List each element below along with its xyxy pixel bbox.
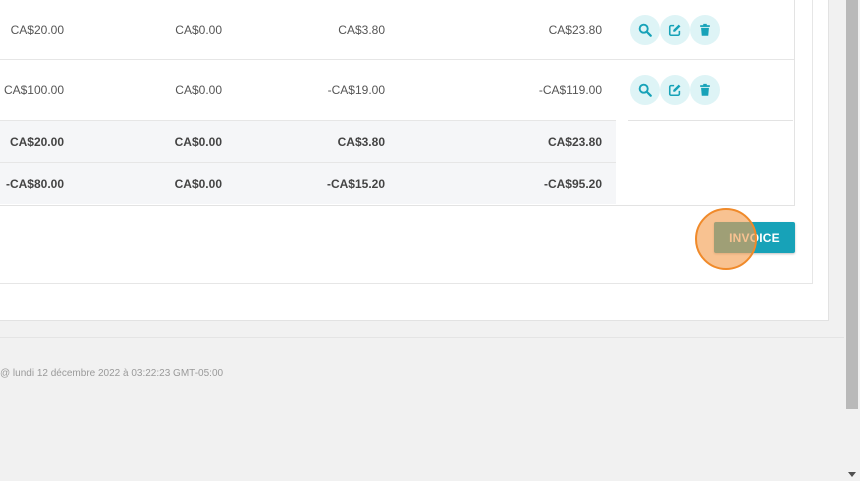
discount-cell: CA$0.00 xyxy=(175,83,222,97)
tax-total: -CA$15.20 xyxy=(326,176,385,191)
footer-divider xyxy=(0,337,844,338)
scrollbar-thumb[interactable] xyxy=(846,0,858,409)
grand-total: CA$23.80 xyxy=(547,134,602,149)
delete-button[interactable] xyxy=(690,75,720,105)
view-button[interactable] xyxy=(630,75,660,105)
subtotal-cell: CA$100.00 xyxy=(3,83,64,97)
row-actions xyxy=(628,0,793,59)
edit-icon xyxy=(668,84,681,97)
totals-row: -CA$80.00 CA$0.00 -CA$15.20 -CA$95.20 xyxy=(0,163,616,204)
scroll-down-arrow-icon[interactable] xyxy=(848,472,856,477)
view-button[interactable] xyxy=(630,14,660,45)
tax-cell: -CA$19.00 xyxy=(327,83,385,97)
totals-row: CA$20.00 CA$0.00 CA$3.80 CA$23.80 xyxy=(0,121,616,162)
edit-button[interactable] xyxy=(660,14,690,45)
edit-icon xyxy=(668,24,681,36)
invoice-button[interactable]: INVOICE xyxy=(714,222,795,253)
subtotal-cell: CA$20.00 xyxy=(10,22,64,37)
line-items-table: CA$20.00 CA$0.00 CA$3.80 CA$23.80 CA$100… xyxy=(0,0,795,206)
grand-total: -CA$95.20 xyxy=(543,176,602,191)
discount-cell: CA$0.00 xyxy=(175,22,222,37)
page-panel: CA$20.00 CA$0.00 CA$3.80 CA$23.80 CA$100… xyxy=(0,0,829,321)
tax-total: CA$3.80 xyxy=(337,134,385,149)
trash-icon xyxy=(700,83,710,96)
subtotal-total: -CA$80.00 xyxy=(5,176,64,191)
search-icon xyxy=(638,83,652,97)
subtotal-total: CA$20.00 xyxy=(9,134,64,149)
row-actions xyxy=(628,60,793,121)
invoice-card: CA$20.00 CA$0.00 CA$3.80 CA$23.80 CA$100… xyxy=(0,0,813,284)
trash-icon xyxy=(700,23,710,36)
table-row: CA$20.00 CA$0.00 CA$3.80 CA$23.80 xyxy=(0,0,616,59)
tax-cell: CA$3.80 xyxy=(338,22,385,37)
table-row: CA$100.00 CA$0.00 -CA$19.00 -CA$119.00 xyxy=(0,60,616,120)
delete-button[interactable] xyxy=(690,14,720,45)
total-cell: CA$23.80 xyxy=(548,22,602,37)
search-icon xyxy=(638,23,652,37)
edit-button[interactable] xyxy=(660,75,690,105)
discount-total: CA$0.00 xyxy=(174,176,222,191)
discount-total: CA$0.00 xyxy=(174,134,222,149)
total-cell: -CA$119.00 xyxy=(538,83,602,97)
footer-timestamp: @ lundi 12 décembre 2022 à 03:22:23 GMT-… xyxy=(0,368,224,379)
